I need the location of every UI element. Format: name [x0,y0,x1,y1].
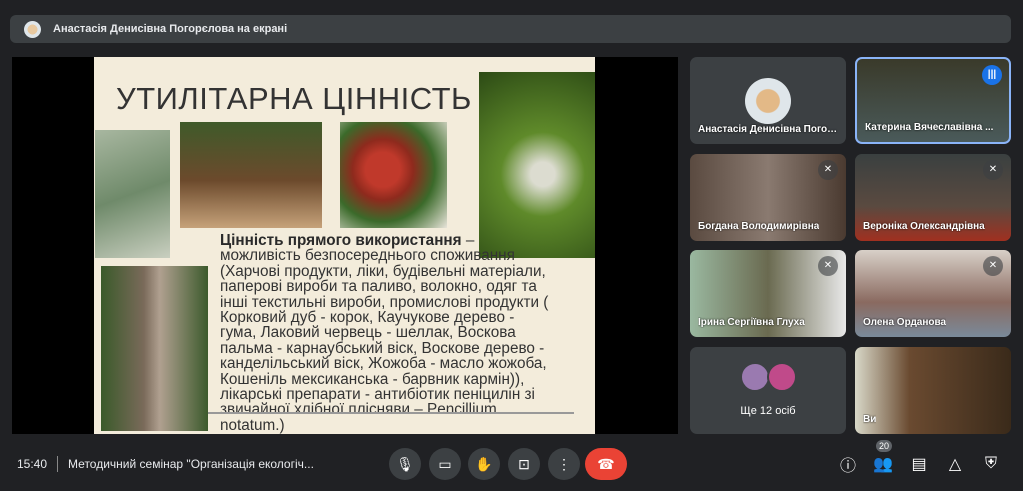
more-participants-tile[interactable]: Ще 12 осіб [690,347,846,434]
raise-hand-button[interactable]: ✋ [468,448,500,480]
slide-divider [208,412,574,414]
slide: УТИЛІТАРНА ЦІННІСТЬ Цінність прямого вик… [94,57,595,434]
participant-tile[interactable]: ✕ Ірина Сергіївна Глуха [690,250,846,337]
present-button[interactable]: ⊡ [508,448,540,480]
people-button[interactable]: 👥 20 [872,440,894,474]
avatar [767,362,797,392]
presentation-stage: УТИЛІТАРНА ЦІННІСТЬ Цінність прямого вик… [12,57,678,434]
meeting-info: 15:40 Методичний семінар "Організація ек… [17,456,314,472]
cork-oak-image [180,122,322,228]
mic-off-icon: ✕ [818,256,838,276]
meeting-title: Методичний семінар "Організація екологіч… [68,457,314,471]
camera-button[interactable]: ▭ [429,448,461,480]
host-controls-icon[interactable]: ⛨ [980,455,1002,473]
self-tile[interactable]: Ви [855,347,1011,434]
participant-tile[interactable]: ✕ Олена Орданова [855,250,1011,337]
mic-off-icon: ✕ [818,160,838,180]
activities-icon[interactable]: △ [944,454,966,474]
chat-icon[interactable]: ▤ [908,454,930,474]
presenter-avatar [24,20,41,38]
insect-image [479,72,595,258]
presenting-banner: Анастасія Денисівна Погорєлова на екрані [10,15,1011,43]
berries-image [340,122,447,228]
slide-title: УТИЛІТАРНА ЦІННІСТЬ [116,81,472,116]
slide-body: Цінність прямого використання – можливіс… [220,232,549,434]
more-count: Ще 12 осіб [740,405,796,417]
mic-off-icon: ✕ [983,256,1003,276]
banner-text: Анастасія Денисівна Погорєлова на екрані [53,23,288,35]
avatar [740,362,770,392]
clock: 15:40 [17,457,48,471]
rubber-tree-image [101,266,208,431]
mic-button[interactable]: 🎙 [389,448,421,480]
avatar [745,78,791,124]
participant-tile[interactable]: ✕ Богдана Володимирівна [690,154,846,241]
participant-count: 20 [876,440,893,452]
leave-call-button[interactable]: ☎ [585,448,627,480]
speaking-icon: ||| [982,65,1002,85]
more-options-button[interactable]: ⋮ [548,448,580,480]
palm-image [95,130,170,258]
mic-off-icon: ✕ [983,160,1003,180]
info-icon[interactable]: ⓘ [837,452,859,476]
participant-tile[interactable]: Анастасія Денисівна Погорєлова [690,57,846,144]
participant-tile[interactable]: ||| Катерина Вячеславівна ... [855,57,1011,144]
participant-tile[interactable]: ✕ Вероніка Олександрівна [855,154,1011,241]
